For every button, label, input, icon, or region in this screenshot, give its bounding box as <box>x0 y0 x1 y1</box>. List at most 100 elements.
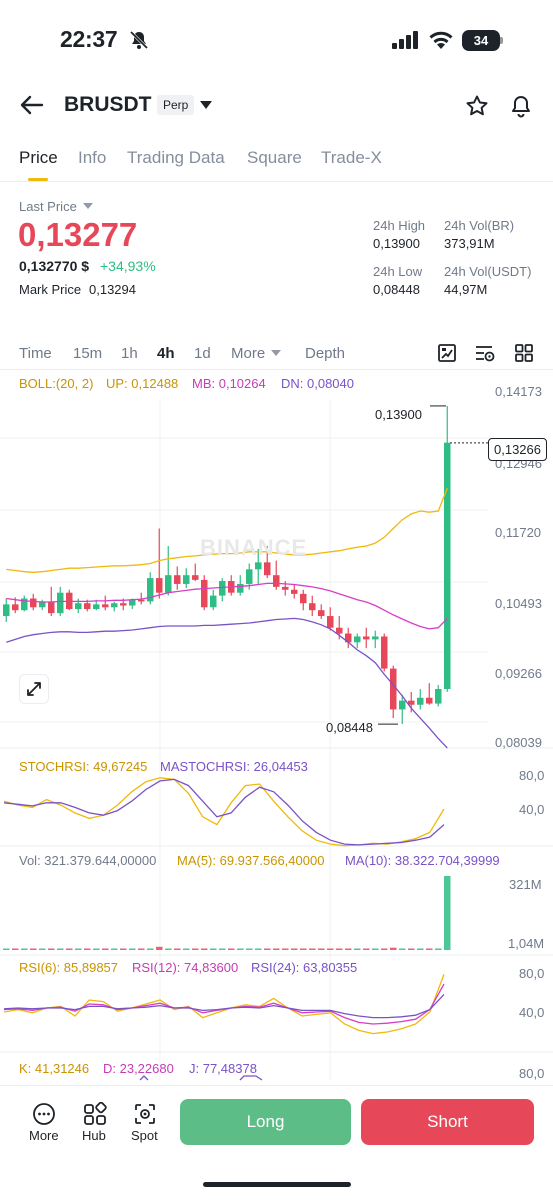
candle-body <box>363 636 370 640</box>
price-change: +34,93% <box>100 258 156 274</box>
spot-label[interactable]: Spot <box>131 1128 158 1143</box>
candle-body <box>291 589 298 594</box>
candle-body <box>120 603 127 606</box>
binance-watermark: BINANCE <box>200 535 308 560</box>
volume-bar <box>192 948 199 950</box>
tab-info[interactable]: Info <box>78 148 106 168</box>
volume-ma10-value: MA(10): 38.322.704,39999 <box>345 853 500 868</box>
volume-bar <box>255 948 262 950</box>
last-price-label[interactable]: Last Price <box>19 199 77 214</box>
timeframe-more[interactable]: More <box>231 345 265 362</box>
volume-bar <box>21 948 28 950</box>
notification-bell-icon[interactable] <box>509 94 533 118</box>
perp-badge: Perp <box>157 95 195 115</box>
back-arrow-icon[interactable] <box>20 94 44 116</box>
hub-icon[interactable] <box>83 1102 107 1126</box>
more-label[interactable]: More <box>29 1128 59 1143</box>
volume-bar <box>12 948 19 950</box>
candle-body <box>417 697 424 705</box>
candlestick-chart[interactable] <box>0 370 553 1085</box>
tab-trading-data[interactable]: Trading Data <box>127 148 225 168</box>
candle-body <box>57 592 64 614</box>
tab-price[interactable]: Price <box>19 148 58 168</box>
current-price-tag: 0,13266 <box>488 438 547 461</box>
kdj-d-value: D: 23,22680 <box>103 1061 174 1076</box>
volume-bar <box>408 948 415 950</box>
expand-chart-button[interactable] <box>19 674 49 704</box>
timeframe-time[interactable]: Time <box>19 345 52 362</box>
volume-bar <box>273 948 280 950</box>
more-icon[interactable] <box>32 1102 56 1126</box>
rsi24-line <box>3 993 445 1019</box>
volume-bar <box>165 948 172 950</box>
candle-body <box>210 595 217 608</box>
kdj-j-line <box>139 1075 149 1081</box>
layout-grid-icon[interactable] <box>514 343 534 363</box>
volume-bar <box>66 948 73 950</box>
status-time: 22:37 <box>60 26 118 52</box>
candle-body <box>102 604 109 608</box>
main-tabs: Price Info Trading Data Square Trade-X <box>0 146 553 182</box>
more-dropdown-icon[interactable] <box>271 350 281 356</box>
volume-bar <box>201 948 208 950</box>
symbol-dropdown-icon[interactable] <box>200 101 212 109</box>
stoch-axis-tick: 40,0 <box>519 802 545 817</box>
volume-bar <box>354 948 361 950</box>
favorite-star-icon[interactable] <box>465 94 489 118</box>
volume-bar <box>48 948 55 950</box>
candle-body <box>372 636 379 640</box>
volume-bar <box>426 948 433 950</box>
wifi-icon <box>429 31 453 49</box>
volume-bar <box>102 948 109 950</box>
price-axis-tick: 0,14173 <box>495 384 542 399</box>
depth-tab[interactable]: Depth <box>305 345 345 362</box>
boll-up-value: UP: 0,12488 <box>106 376 179 391</box>
candle-body <box>309 603 316 611</box>
tab-trade-x[interactable]: Trade-X <box>321 148 382 168</box>
indicator-settings-icon[interactable] <box>474 343 496 363</box>
volume-bar <box>120 948 127 950</box>
candle-body <box>48 601 55 614</box>
spot-icon[interactable] <box>133 1102 157 1126</box>
symbol-title[interactable]: BRUSDT <box>64 93 152 117</box>
24h-vol-usdt-value: 44,97M <box>444 282 488 297</box>
volume-bar <box>327 948 334 950</box>
timeframe-15m[interactable]: 15m <box>73 345 102 362</box>
candle-body <box>165 575 172 593</box>
usd-price: 0,132770 $ <box>19 258 90 274</box>
24h-vol-usdt-label: 24h Vol(USDT) <box>444 264 532 279</box>
volume-bar <box>3 948 10 950</box>
timeframe-1d[interactable]: 1d <box>194 345 211 362</box>
24h-vol-br-value: 373,91M <box>444 236 495 251</box>
rsi12-value: RSI(12): 74,83600 <box>132 960 239 975</box>
candle-body <box>156 578 163 593</box>
kdj-k-value: K: 41,31246 <box>19 1061 90 1076</box>
candle-body <box>183 575 190 584</box>
volume-bar <box>282 948 289 950</box>
candle-body <box>93 604 100 610</box>
volume-bar <box>174 948 181 950</box>
volume-bar <box>345 948 352 950</box>
timeframe-4h[interactable]: 4h <box>157 345 175 362</box>
volume-bar <box>129 948 136 950</box>
long-button[interactable]: Long <box>180 1099 351 1145</box>
boll-legend: BOLL:(20, 2) <box>19 376 94 391</box>
volume-bar <box>156 946 163 950</box>
volume-bar <box>237 948 244 950</box>
hub-label[interactable]: Hub <box>82 1128 106 1143</box>
candle-body <box>354 636 361 643</box>
rsi6-value: RSI(6): 85,89857 <box>19 960 119 975</box>
price-axis-tick: 0,11720 <box>495 525 542 540</box>
high-label: 0,13900 <box>375 407 422 422</box>
volume-ma5-value: MA(5): 69.937.566,40000 <box>177 853 325 868</box>
volume-bar <box>363 948 370 950</box>
volume-bar <box>30 948 37 950</box>
volume-bar <box>264 948 271 950</box>
last-price-dropdown-icon[interactable] <box>83 203 93 209</box>
volume-bar <box>309 948 316 950</box>
tab-square[interactable]: Square <box>247 148 302 168</box>
chart-draw-tool-icon[interactable] <box>437 343 457 363</box>
short-button[interactable]: Short <box>361 1099 534 1145</box>
timeframe-1h[interactable]: 1h <box>121 345 138 362</box>
candle-body <box>3 604 10 617</box>
